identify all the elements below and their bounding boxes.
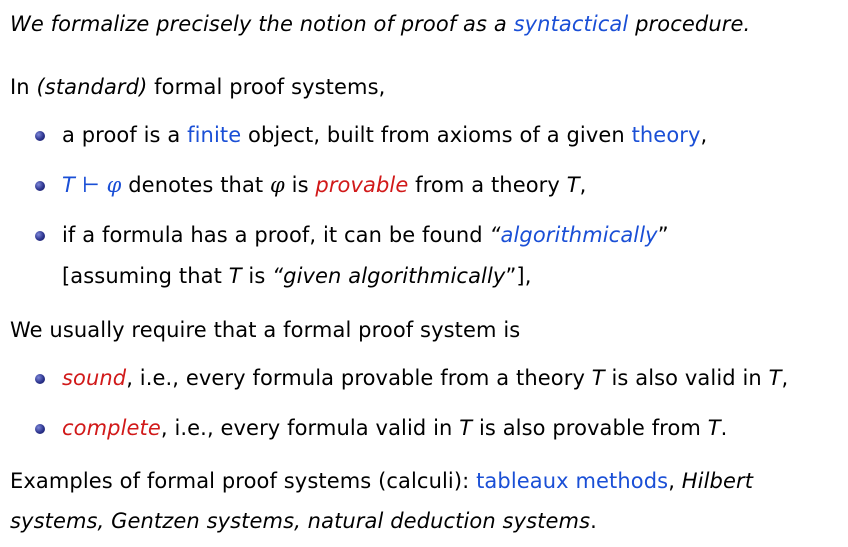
systems-list: systems, Gentzen systems, natural deduct…	[10, 509, 591, 533]
text: denotes that	[121, 173, 271, 197]
text: ”],	[505, 264, 532, 288]
intro-sentence: We formalize precisely the notion of pro…	[10, 12, 750, 36]
text: [assuming that	[62, 264, 229, 288]
turnstile-symbol: ⊢	[74, 173, 107, 197]
quote: ”	[657, 223, 669, 247]
text: , i.e., every formula valid in	[160, 416, 460, 440]
text: if a formula has a proof, it can be foun…	[62, 223, 490, 247]
text: , i.e., every formula provable from a th…	[126, 366, 592, 390]
tableaux-methods-term: tableaux methods	[476, 469, 669, 493]
bullet-icon	[35, 231, 45, 241]
text: Examples of formal proof systems (calcul…	[10, 469, 477, 493]
theory-term: theory	[631, 123, 701, 147]
text: ,	[579, 173, 587, 197]
text: ,	[781, 366, 789, 390]
text: is also provable from	[472, 416, 708, 440]
text: object, built from axioms of a given	[241, 123, 632, 147]
finite-term: finite	[187, 123, 242, 147]
bullet-algorithmic-cont: [assuming that T is “given algorithmical…	[62, 264, 532, 288]
text: from a theory	[408, 173, 567, 197]
formula-phi: φ	[106, 173, 122, 197]
formula-phi: φ	[270, 173, 285, 197]
bullet-sound: sound, i.e., every formula provable from…	[62, 366, 788, 390]
text: is	[241, 264, 273, 288]
bullet-icon	[35, 181, 45, 191]
given-algorithmically-term: “given algorithmically	[272, 264, 506, 288]
intro-text: We formalize precisely the notion of pro…	[10, 12, 514, 36]
theory-T: T	[707, 416, 721, 440]
complete-term: complete	[62, 416, 161, 440]
bullet-proof-finite: a proof is a finite object, built from a…	[62, 123, 707, 147]
sound-term: sound	[62, 366, 127, 390]
bullet-complete: complete, i.e., every formula valid in T…	[62, 416, 727, 440]
text: ,	[668, 469, 682, 493]
hilbert-term: Hilbert	[681, 469, 754, 493]
syntactical-term: syntactical	[513, 12, 629, 36]
require-lead: We usually require that a formal proof s…	[10, 318, 521, 342]
bullet-icon	[35, 131, 45, 141]
theory-T: T	[566, 173, 580, 197]
text: .	[720, 416, 728, 440]
bullet-icon	[35, 424, 45, 434]
standard-term: (standard)	[36, 75, 148, 99]
standard-lead: In (standard) formal proof systems,	[10, 75, 385, 99]
text: is also valid in	[604, 366, 769, 390]
lead-text: In	[10, 75, 37, 99]
bullet-provable: T ⊢ φ denotes that φ is provable from a …	[62, 173, 586, 197]
text: ,	[700, 123, 708, 147]
algorithmically-term: algorithmically	[500, 223, 658, 247]
theory-T: T	[228, 264, 242, 288]
text: a proof is a	[62, 123, 188, 147]
provable-term: provable	[315, 173, 409, 197]
lead-text-end: formal proof systems,	[147, 75, 386, 99]
quote: “	[489, 223, 501, 247]
intro-text-end: procedure.	[628, 12, 751, 36]
bullet-icon	[35, 374, 45, 384]
formula-T: T	[62, 173, 75, 197]
theory-T: T	[591, 366, 605, 390]
theory-T: T	[459, 416, 473, 440]
text: is	[284, 173, 316, 197]
text: .	[590, 509, 597, 533]
examples-line1: Examples of formal proof systems (calcul…	[10, 469, 753, 493]
theory-T: T	[768, 366, 782, 390]
bullet-algorithmic: if a formula has a proof, it can be foun…	[62, 223, 669, 247]
examples-line2: systems, Gentzen systems, natural deduct…	[10, 509, 597, 533]
